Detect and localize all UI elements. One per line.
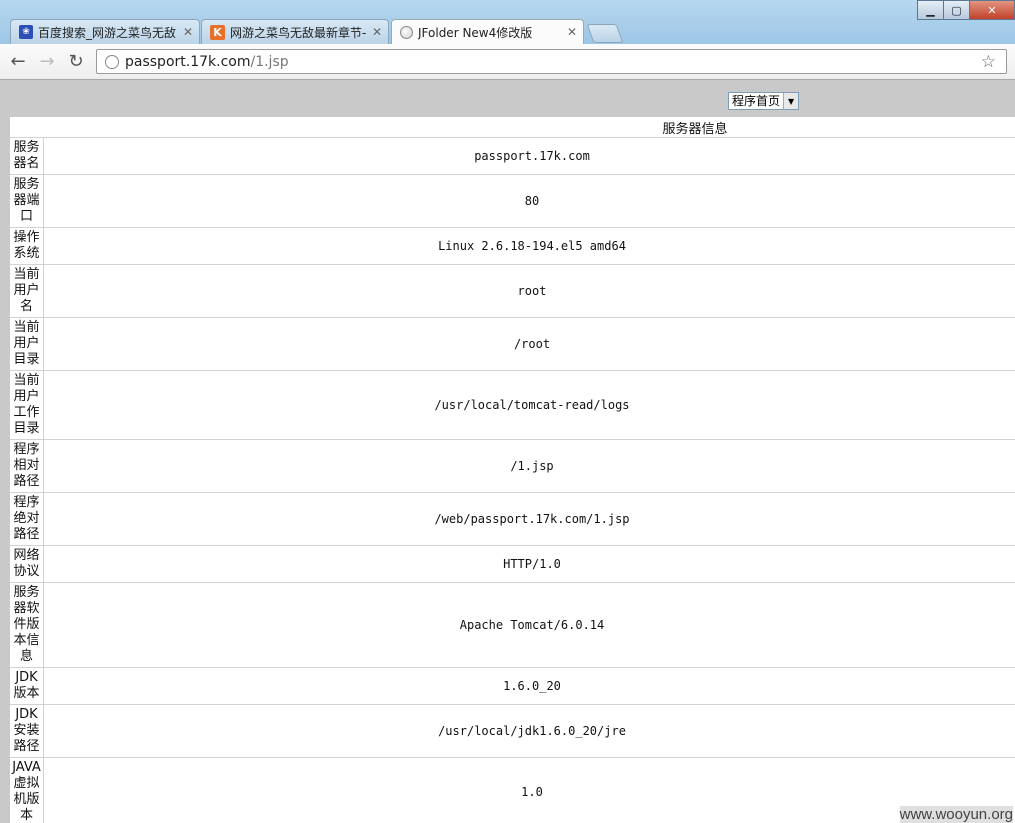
tab-baidu-search[interactable]: ❀ 百度搜索_网游之菜鸟无敌 ✕ xyxy=(10,19,200,44)
row-value: Apache Tomcat/6.0.14 xyxy=(43,582,1015,668)
row-value: /web/passport.17k.com/1.jsp xyxy=(43,492,1015,546)
table-row: 网络协议 HTTP/1.0 xyxy=(10,545,1015,583)
table-row: 操作系统 Linux 2.6.18-194.el5 amd64 xyxy=(10,227,1015,265)
page-content: 程序首页 ▼ 服务器信息 服务器名 passport.17k.com 服务器端口… xyxy=(0,80,1015,823)
watermark: www.wooyun.org xyxy=(899,806,1013,823)
row-value: /1.jsp xyxy=(43,439,1015,493)
table-row: 服务器名 passport.17k.com xyxy=(10,137,1015,175)
table-row: JDK版本 1.6.0_20 xyxy=(10,667,1015,705)
new-tab-button[interactable] xyxy=(586,24,624,43)
tab-strip: ▁ ▢ ✕ ❀ 百度搜索_网游之菜鸟无敌 ✕ K 网游之菜鸟无敌最新章节-! ✕… xyxy=(0,0,1015,44)
select-value: 程序首页 xyxy=(732,94,781,108)
row-label: JAVA虚拟机版本 xyxy=(10,757,44,823)
tab-jfolder[interactable]: JFolder New4修改版 ✕ xyxy=(391,19,584,44)
back-arrow-icon[interactable]: ← xyxy=(7,50,29,72)
row-label: 当前用户工作目录 xyxy=(10,370,44,440)
chevron-down-icon[interactable]: ▼ xyxy=(783,93,799,109)
tab-title: 网游之菜鸟无敌最新章节-! xyxy=(230,25,368,40)
table-row: 程序相对路径 /1.jsp xyxy=(10,439,1015,493)
close-window-button[interactable]: ✕ xyxy=(969,0,1015,20)
table-row: 当前用户工作目录 /usr/local/tomcat-read/logs xyxy=(10,370,1015,440)
tab-title: JFolder New4修改版 xyxy=(418,25,533,40)
row-value: Linux 2.6.18-194.el5 amd64 xyxy=(43,227,1015,265)
forward-arrow-icon[interactable]: → xyxy=(36,50,58,72)
globe-icon xyxy=(400,25,413,39)
close-tab-icon[interactable]: ✕ xyxy=(183,25,193,39)
row-value: /usr/local/jdk1.6.0_20/jre xyxy=(43,704,1015,758)
table-row: 服务器软件版本信息 Apache Tomcat/6.0.14 xyxy=(10,582,1015,668)
bookmark-star-icon[interactable]: ☆ xyxy=(981,52,996,72)
browser-toolbar: ← → ↻ passport.17k.com/1.jsp ☆ xyxy=(0,44,1015,80)
address-bar[interactable]: passport.17k.com/1.jsp ☆ xyxy=(96,49,1007,74)
row-value: /root xyxy=(43,317,1015,371)
row-value: HTTP/1.0 xyxy=(43,545,1015,583)
row-label: 程序相对路径 xyxy=(10,439,44,493)
table-row: 当前用户目录 /root xyxy=(10,317,1015,371)
row-label: 服务器端口 xyxy=(10,174,44,228)
server-info-table: 服务器信息 服务器名 passport.17k.com 服务器端口 80 操作系… xyxy=(10,117,1015,823)
caption-row: 服务器信息 xyxy=(10,117,1015,138)
row-label: JDK安装路径 xyxy=(10,704,44,758)
row-value: root xyxy=(43,264,1015,318)
maximize-button[interactable]: ▢ xyxy=(943,0,970,20)
close-tab-icon[interactable]: ✕ xyxy=(567,25,577,39)
row-label: 当前用户目录 xyxy=(10,317,44,371)
row-label: 服务器名 xyxy=(10,137,44,175)
page-info-icon[interactable] xyxy=(105,54,119,69)
table-row: JDK安装路径 /usr/local/jdk1.6.0_20/jre xyxy=(10,704,1015,758)
row-value: 1.6.0_20 xyxy=(43,667,1015,705)
url-path: /1.jsp xyxy=(250,53,289,70)
table-row: 当前用户名 root xyxy=(10,264,1015,318)
row-label: 当前用户名 xyxy=(10,264,44,318)
row-value: 80 xyxy=(43,174,1015,228)
program-home-select[interactable]: 程序首页 ▼ xyxy=(728,92,800,110)
row-value: passport.17k.com xyxy=(43,137,1015,175)
row-value: 1.0 xyxy=(43,757,1015,823)
row-label: 操作系统 xyxy=(10,227,44,265)
tab-novel-chapter[interactable]: K 网游之菜鸟无敌最新章节-! ✕ xyxy=(201,19,389,44)
reload-icon[interactable]: ↻ xyxy=(65,50,87,72)
table-row: JAVA虚拟机版本 1.0 xyxy=(10,757,1015,823)
baidu-paw-icon: ❀ xyxy=(19,25,33,39)
url-host: passport.17k.com xyxy=(125,53,251,70)
k-site-icon: K xyxy=(210,24,225,40)
table-row: 程序绝对路径 /web/passport.17k.com/1.jsp xyxy=(10,492,1015,546)
minimize-button[interactable]: ▁ xyxy=(917,0,944,20)
row-label: JDK版本 xyxy=(10,667,44,705)
row-label: 网络协议 xyxy=(10,545,44,583)
row-label: 服务器软件版本信息 xyxy=(10,582,44,668)
table-caption: 服务器信息 xyxy=(10,117,1015,138)
row-label: 程序绝对路径 xyxy=(10,492,44,546)
table-row: 服务器端口 80 xyxy=(10,174,1015,228)
close-tab-icon[interactable]: ✕ xyxy=(372,25,382,39)
row-value: /usr/local/tomcat-read/logs xyxy=(43,370,1015,440)
tab-title: 百度搜索_网游之菜鸟无敌 xyxy=(38,25,177,40)
window-controls: ▁ ▢ ✕ xyxy=(917,0,1015,22)
